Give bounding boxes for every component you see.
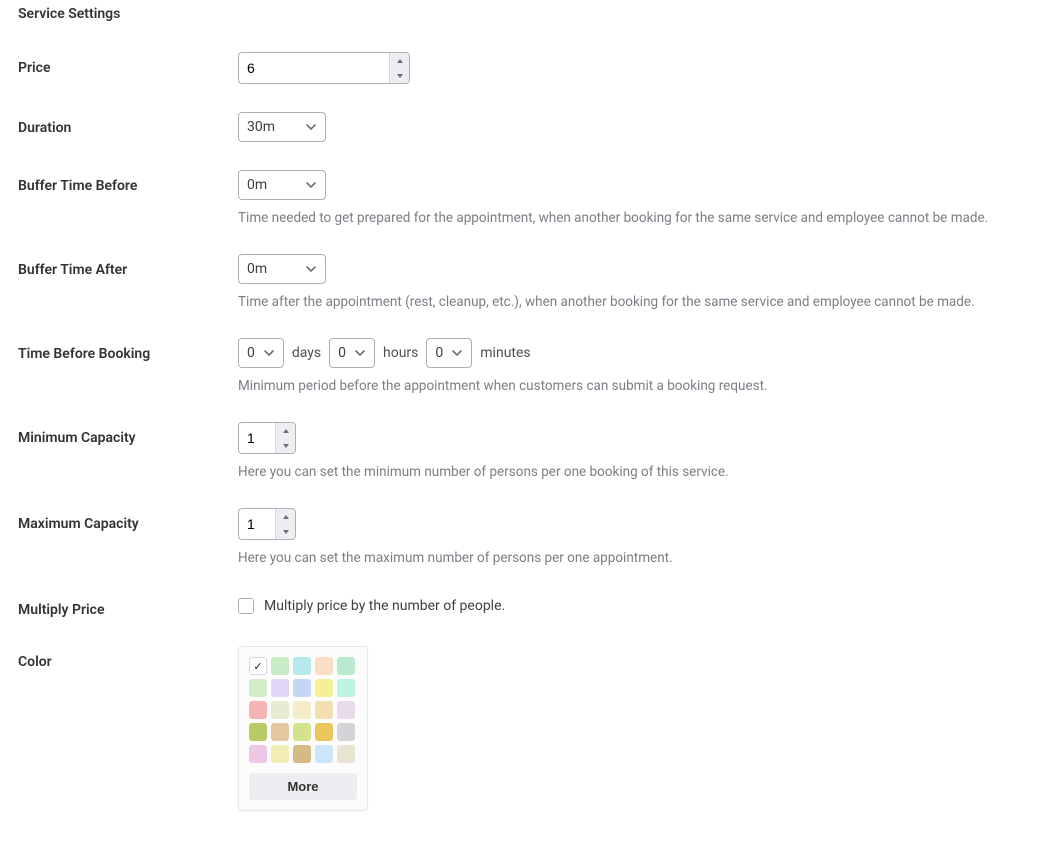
duration-select[interactable]: 30m	[238, 112, 326, 142]
minutes-unit: minutes	[480, 345, 530, 361]
color-swatch-5[interactable]	[249, 679, 267, 697]
color-swatch-3[interactable]	[315, 657, 333, 675]
color-swatch-13[interactable]	[315, 701, 333, 719]
time-before-days-value: 0	[247, 345, 255, 361]
chevron-down-icon	[354, 347, 366, 359]
chevron-down-icon	[305, 121, 317, 133]
buffer-after-select[interactable]: 0m	[238, 254, 326, 284]
color-swatch-18[interactable]	[315, 723, 333, 741]
price-step-up[interactable]	[390, 53, 409, 68]
color-swatch-4[interactable]	[337, 657, 355, 675]
min-capacity-step-down[interactable]	[276, 438, 295, 453]
buffer-before-value: 0m	[247, 177, 267, 193]
duration-label: Duration	[18, 112, 238, 136]
max-capacity-wrap	[238, 508, 296, 540]
price-input[interactable]	[239, 53, 389, 83]
buffer-after-value: 0m	[247, 261, 267, 277]
color-swatch-20[interactable]	[249, 745, 267, 763]
chevron-down-icon	[263, 347, 275, 359]
section-title: Service Settings	[18, 6, 1029, 22]
multiply-label: Multiply Price	[18, 594, 238, 618]
min-capacity-step-up[interactable]	[276, 423, 295, 438]
color-swatch-15[interactable]	[249, 723, 267, 741]
color-label: Color	[18, 646, 238, 670]
color-swatch-1[interactable]	[271, 657, 289, 675]
multiply-checkbox[interactable]	[238, 598, 254, 614]
chevron-down-icon	[305, 179, 317, 191]
buffer-before-label: Buffer Time Before	[18, 170, 238, 194]
time-before-help: Minimum period before the appointment wh…	[238, 378, 1029, 394]
color-swatch-8[interactable]	[315, 679, 333, 697]
color-swatch-12[interactable]	[293, 701, 311, 719]
time-before-hours-select[interactable]: 0	[329, 338, 375, 368]
color-swatch-23[interactable]	[315, 745, 333, 763]
color-more-button[interactable]: More	[249, 773, 357, 800]
color-swatch-10[interactable]	[249, 701, 267, 719]
color-swatch-14[interactable]	[337, 701, 355, 719]
max-capacity-help: Here you can set the maximum number of p…	[238, 550, 1029, 566]
duration-value: 30m	[247, 119, 275, 135]
time-before-minutes-value: 0	[435, 345, 443, 361]
color-swatch-19[interactable]	[337, 723, 355, 741]
min-capacity-input[interactable]	[239, 423, 275, 453]
color-swatch-7[interactable]	[293, 679, 311, 697]
color-swatch-16[interactable]	[271, 723, 289, 741]
color-swatch-6[interactable]	[271, 679, 289, 697]
time-before-label: Time Before Booking	[18, 338, 238, 362]
max-capacity-step-up[interactable]	[276, 509, 295, 524]
color-swatch-17[interactable]	[293, 723, 311, 741]
buffer-before-select[interactable]: 0m	[238, 170, 326, 200]
buffer-before-help: Time needed to get prepared for the appo…	[238, 210, 1029, 226]
price-step-down[interactable]	[390, 68, 409, 83]
time-before-minutes-select[interactable]: 0	[426, 338, 472, 368]
buffer-after-help: Time after the appointment (rest, cleanu…	[238, 294, 1029, 310]
hours-unit: hours	[383, 345, 418, 361]
color-swatch-0[interactable]: ✓	[249, 657, 267, 675]
color-swatch-22[interactable]	[293, 745, 311, 763]
color-swatch-21[interactable]	[271, 745, 289, 763]
price-input-wrap	[238, 52, 410, 84]
color-swatch-24[interactable]	[337, 745, 355, 763]
days-unit: days	[292, 345, 321, 361]
color-palette: ✓ More	[238, 646, 368, 811]
time-before-hours-value: 0	[338, 345, 346, 361]
min-capacity-label: Minimum Capacity	[18, 422, 238, 446]
chevron-down-icon	[451, 347, 463, 359]
min-capacity-wrap	[238, 422, 296, 454]
buffer-after-label: Buffer Time After	[18, 254, 238, 278]
time-before-days-select[interactable]: 0	[238, 338, 284, 368]
color-swatches: ✓	[249, 657, 357, 763]
price-label: Price	[18, 52, 238, 76]
chevron-down-icon	[305, 263, 317, 275]
max-capacity-input[interactable]	[239, 509, 275, 539]
max-capacity-step-down[interactable]	[276, 524, 295, 539]
max-capacity-label: Maximum Capacity	[18, 508, 238, 532]
color-swatch-11[interactable]	[271, 701, 289, 719]
min-capacity-help: Here you can set the minimum number of p…	[238, 464, 1029, 480]
multiply-checkbox-label: Multiply price by the number of people.	[264, 598, 505, 614]
color-swatch-9[interactable]	[337, 679, 355, 697]
color-swatch-2[interactable]	[293, 657, 311, 675]
